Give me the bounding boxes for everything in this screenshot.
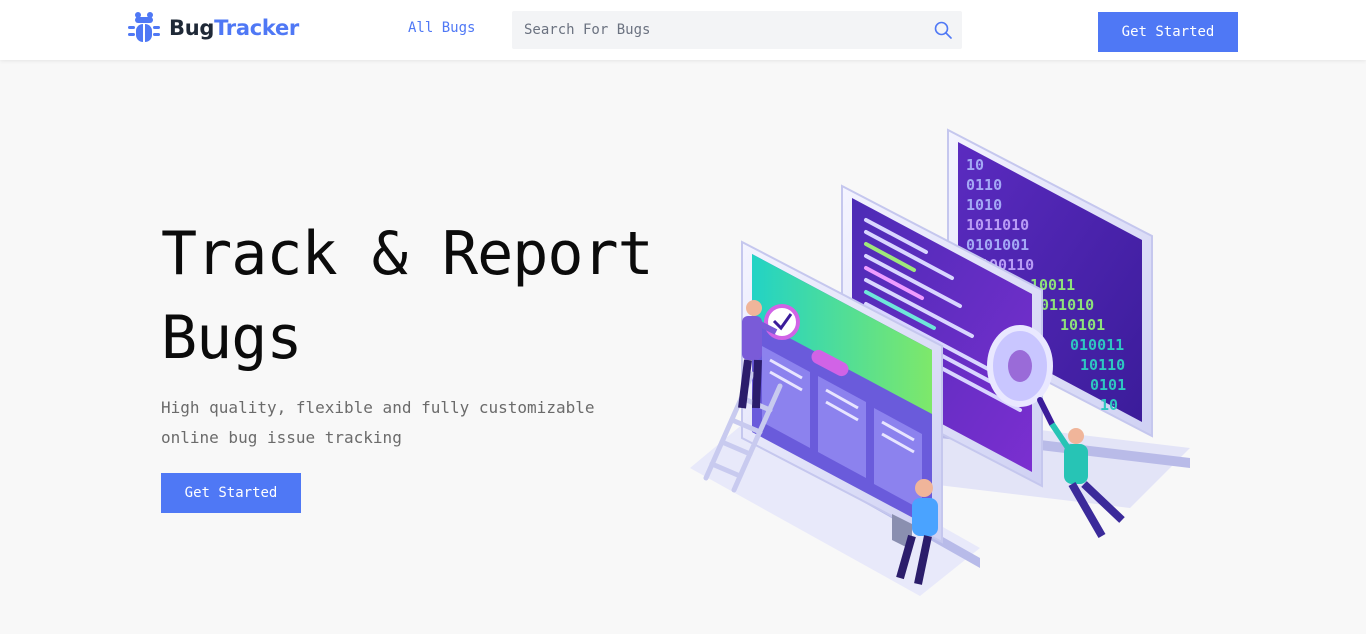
hero-get-started-button[interactable]: Get Started xyxy=(161,473,301,513)
svg-text:011010: 011010 xyxy=(1040,296,1094,314)
brand-name-part1: Bug xyxy=(169,16,215,40)
svg-text:1010: 1010 xyxy=(966,196,1002,214)
header-get-started-button[interactable]: Get Started xyxy=(1098,12,1238,52)
svg-text:10: 10 xyxy=(966,156,984,174)
brand-name-part2: Tracker xyxy=(214,16,299,40)
hero-title: Track & Report Bugs xyxy=(161,219,654,373)
svg-text:010011: 010011 xyxy=(1070,336,1124,354)
hero-subtitle: High quality, flexible and fully customi… xyxy=(161,398,595,447)
bug-icon xyxy=(128,12,160,42)
bug-tracking-illustration: 10 0110 1010 1011010 0101001 100110 1001… xyxy=(690,128,1190,596)
verified-badge-icon xyxy=(764,304,800,340)
search-input[interactable] xyxy=(512,11,962,49)
svg-text:10110: 10110 xyxy=(1080,356,1125,374)
svg-text:0110: 0110 xyxy=(966,176,1002,194)
search-bar xyxy=(512,11,962,49)
svg-text:10: 10 xyxy=(1100,396,1118,414)
svg-text:0101: 0101 xyxy=(1090,376,1126,394)
brand-name: BugTracker xyxy=(169,16,299,40)
search-icon[interactable] xyxy=(934,21,952,39)
svg-text:10101: 10101 xyxy=(1060,316,1105,334)
top-navbar: BugTracker All Bugs Get Started xyxy=(0,0,1366,60)
brand-logo[interactable]: BugTracker xyxy=(127,10,299,46)
svg-text:0101001: 0101001 xyxy=(966,236,1029,254)
nav-all-bugs-link[interactable]: All Bugs xyxy=(408,20,475,36)
svg-text:1011010: 1011010 xyxy=(966,216,1029,234)
